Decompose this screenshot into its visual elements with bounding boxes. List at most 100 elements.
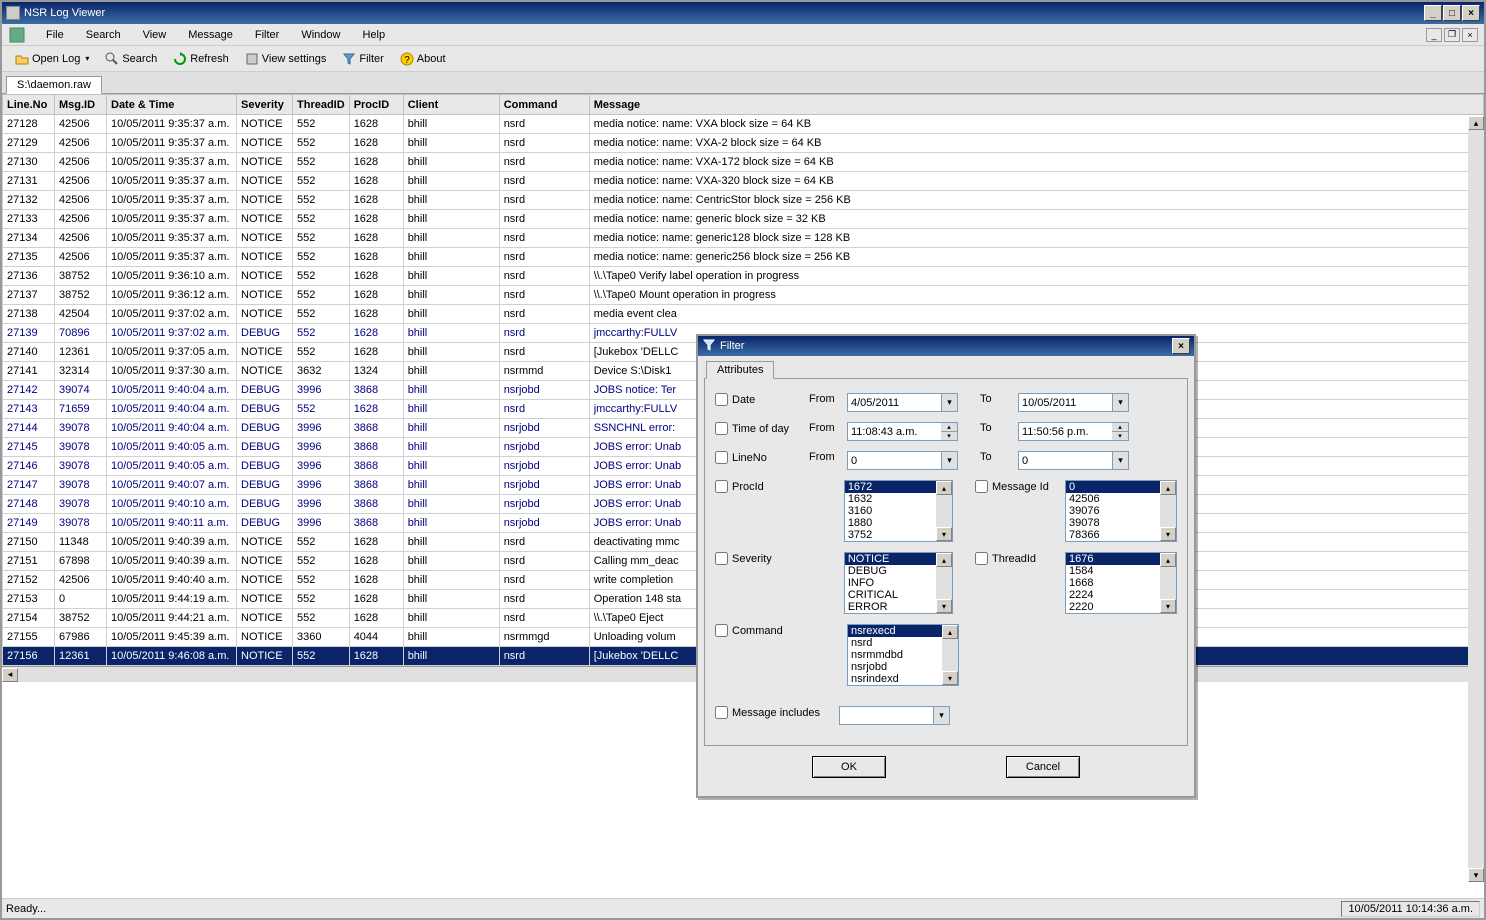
column-header[interactable]: Command (499, 95, 589, 115)
column-header[interactable]: Line.No (3, 95, 55, 115)
column-header[interactable]: ProcID (349, 95, 403, 115)
tab-attributes[interactable]: Attributes (706, 361, 774, 379)
date-from-input[interactable]: ▾ (847, 393, 958, 412)
list-item[interactable]: nsrindexd (848, 673, 942, 685)
file-tab[interactable]: S:\daemon.raw (6, 76, 102, 94)
minimize-button[interactable]: _ (1424, 5, 1442, 21)
scroll-down-button[interactable]: ▾ (1468, 868, 1484, 882)
open-log-button[interactable]: Open Log ▾ (8, 49, 96, 69)
menubar: File Search View Message Filter Window H… (2, 24, 1484, 46)
list-item[interactable]: 2224 (1066, 589, 1160, 601)
column-header[interactable]: Client (403, 95, 499, 115)
menu-window[interactable]: Window (291, 27, 350, 43)
maximize-button[interactable]: □ (1443, 5, 1461, 21)
scroll-left-button[interactable]: ◂ (2, 668, 18, 682)
column-header[interactable]: Msg.ID (55, 95, 107, 115)
table-row[interactable]: 271384250410/05/2011 9:37:02 a.m.NOTICE5… (3, 305, 1484, 324)
list-item[interactable]: INFO (845, 577, 936, 589)
list-item[interactable]: 1880 (845, 517, 936, 529)
table-row[interactable]: 271324250610/05/2011 9:35:37 a.m.NOTICE5… (3, 191, 1484, 210)
close-button[interactable]: × (1462, 5, 1480, 21)
list-item[interactable]: nsrd (848, 637, 942, 649)
menu-message[interactable]: Message (178, 27, 243, 43)
table-row[interactable]: 271304250610/05/2011 9:35:37 a.m.NOTICE5… (3, 153, 1484, 172)
command-listbox[interactable]: nsrexecdnsrdnsrmmdbdnsrjobdnsrindexd▴▾ (847, 624, 959, 686)
list-item[interactable]: 3752 (845, 529, 936, 541)
list-item[interactable]: CRITICAL (845, 589, 936, 601)
procid-listbox[interactable]: 16721632316018803752▴▾ (844, 480, 953, 542)
question-icon: ? (400, 52, 414, 66)
cancel-button[interactable]: Cancel (1006, 756, 1080, 778)
column-header[interactable]: Date & Time (107, 95, 237, 115)
table-row[interactable]: 271334250610/05/2011 9:35:37 a.m.NOTICE5… (3, 210, 1484, 229)
table-row[interactable]: 271284250610/05/2011 9:35:37 a.m.NOTICE5… (3, 115, 1484, 134)
time-to-input[interactable]: ▴▾ (1018, 422, 1129, 441)
menu-view[interactable]: View (133, 27, 177, 43)
date-to-input[interactable]: ▾ (1018, 393, 1129, 412)
list-item[interactable]: 39078 (1066, 517, 1160, 529)
list-item[interactable]: 1672 (845, 481, 936, 493)
dialog-close-button[interactable]: × (1172, 338, 1190, 354)
column-header[interactable]: ThreadID (293, 95, 350, 115)
messageid-listbox[interactable]: 042506390763907878366▴▾ (1065, 480, 1177, 542)
threadid-checkbox[interactable]: ThreadId (975, 552, 1061, 565)
command-checkbox[interactable]: Command (715, 624, 805, 637)
view-settings-button[interactable]: View settings (238, 49, 334, 69)
table-row[interactable]: 271294250610/05/2011 9:35:37 a.m.NOTICE5… (3, 134, 1484, 153)
list-item[interactable]: 0 (1066, 481, 1160, 493)
list-item[interactable]: 1668 (1066, 577, 1160, 589)
refresh-button[interactable]: Refresh (166, 49, 236, 69)
threadid-listbox[interactable]: 16761584166822242220▴▾ (1065, 552, 1177, 614)
table-row[interactable]: 271314250610/05/2011 9:35:37 a.m.NOTICE5… (3, 172, 1484, 191)
list-item[interactable]: DEBUG (845, 565, 936, 577)
list-item[interactable]: NOTICE (845, 553, 936, 565)
mdi-close-button[interactable]: × (1462, 28, 1478, 42)
svg-text:?: ? (404, 55, 410, 66)
table-row[interactable]: 271363875210/05/2011 9:36:10 a.m.NOTICE5… (3, 267, 1484, 286)
menu-filter[interactable]: Filter (245, 27, 289, 43)
table-row[interactable]: 271354250610/05/2011 9:35:37 a.m.NOTICE5… (3, 248, 1484, 267)
list-item[interactable]: ERROR (845, 601, 936, 613)
funnel-icon (702, 338, 716, 355)
table-row[interactable]: 271344250610/05/2011 9:35:37 a.m.NOTICE5… (3, 229, 1484, 248)
vertical-scrollbar[interactable]: ▴ ▾ (1468, 116, 1484, 882)
list-item[interactable]: 78366 (1066, 529, 1160, 541)
menu-help[interactable]: Help (352, 27, 395, 43)
mdi-restore-button[interactable]: ❐ (1444, 28, 1460, 42)
list-item[interactable]: nsrexecd (848, 625, 942, 637)
time-from-input[interactable]: ▴▾ (847, 422, 958, 441)
list-item[interactable]: 42506 (1066, 493, 1160, 505)
procid-checkbox[interactable]: ProcId (715, 480, 803, 493)
lineno-checkbox[interactable]: LineNo (715, 451, 805, 464)
list-item[interactable]: 1632 (845, 493, 936, 505)
ok-button[interactable]: OK (812, 756, 886, 778)
mdi-minimize-button[interactable]: _ (1426, 28, 1442, 42)
list-item[interactable]: 3160 (845, 505, 936, 517)
list-item[interactable]: 39076 (1066, 505, 1160, 517)
dialog-titlebar[interactable]: Filter × (698, 336, 1194, 356)
severity-checkbox[interactable]: Severity (715, 552, 803, 565)
scroll-up-button[interactable]: ▴ (1468, 116, 1484, 130)
messageid-checkbox[interactable]: Message Id (975, 480, 1061, 493)
list-item[interactable]: 2220 (1066, 601, 1160, 613)
status-text: Ready... (6, 903, 46, 915)
msgincludes-input[interactable]: ▾ (839, 706, 950, 725)
column-header[interactable]: Message (589, 95, 1483, 115)
severity-listbox[interactable]: NOTICEDEBUGINFOCRITICALERROR▴▾ (844, 552, 953, 614)
menu-file[interactable]: File (36, 27, 74, 43)
list-item[interactable]: nsrjobd (848, 661, 942, 673)
timeofday-checkbox[interactable]: Time of day (715, 422, 805, 435)
table-row[interactable]: 271373875210/05/2011 9:36:12 a.m.NOTICE5… (3, 286, 1484, 305)
menu-search[interactable]: Search (76, 27, 131, 43)
column-header[interactable]: Severity (237, 95, 293, 115)
msgincludes-checkbox[interactable]: Message includes (715, 706, 835, 719)
date-checkbox[interactable]: Date (715, 393, 805, 406)
lineno-to-input[interactable]: ▾ (1018, 451, 1129, 470)
list-item[interactable]: 1676 (1066, 553, 1160, 565)
list-item[interactable]: 1584 (1066, 565, 1160, 577)
list-item[interactable]: nsrmmdbd (848, 649, 942, 661)
search-button[interactable]: Search (98, 49, 164, 69)
lineno-from-input[interactable]: ▾ (847, 451, 958, 470)
about-button[interactable]: ? About (393, 49, 453, 69)
filter-button[interactable]: Filter (335, 49, 390, 69)
